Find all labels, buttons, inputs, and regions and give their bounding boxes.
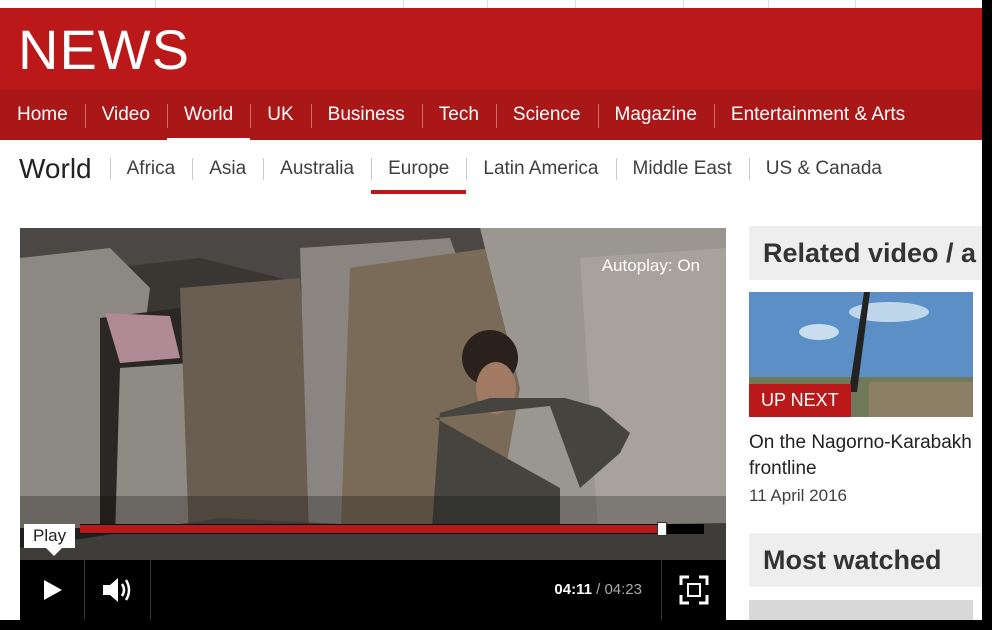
progress-bar[interactable] (80, 522, 704, 536)
current-time: 04:11 (554, 581, 592, 598)
nav-item-video[interactable]: Video (84, 102, 167, 128)
up-next-badge: UP NEXT (749, 384, 851, 417)
progress-fill (80, 525, 662, 533)
nav-item-home[interactable]: Home (0, 102, 85, 128)
play-icon (44, 580, 62, 600)
nav-item-magazine[interactable]: Magazine (597, 102, 714, 128)
most-watched-thumbnail[interactable] (749, 600, 973, 620)
subnav-item-asia[interactable]: Asia (192, 156, 263, 182)
control-bar: 04:11 / 04:23 (20, 560, 726, 620)
section-title[interactable]: World (0, 154, 110, 184)
time-display: 04:11 / 04:23 (554, 560, 642, 620)
section-nav: World Africa Asia Australia Europe Latin… (0, 140, 982, 198)
fullscreen-icon (679, 575, 709, 605)
autoplay-toggle[interactable]: Autoplay: On (602, 256, 700, 276)
top-strip (0, 0, 982, 8)
nav-item-science[interactable]: Science (495, 102, 598, 128)
nav-item-business[interactable]: Business (310, 102, 422, 128)
nav-item-uk[interactable]: UK (250, 102, 310, 128)
subnav-item-australia[interactable]: Australia (263, 156, 371, 182)
up-next-date: 11 April 2016 (749, 486, 847, 505)
subnav-item-europe[interactable]: Europe (371, 156, 467, 194)
page: NEWS Home Video World UK Business Tech S… (0, 0, 982, 620)
play-tooltip: Play (24, 524, 76, 556)
subnav-item-us-canada[interactable]: US & Canada (748, 156, 899, 182)
duration: 04:23 (604, 581, 642, 598)
volume-button[interactable] (85, 560, 151, 620)
nav-item-world[interactable]: World (166, 102, 251, 142)
most-watched-header: Most watched (749, 533, 982, 587)
up-next-title[interactable]: On the Nagorno-Karabakh frontline (749, 430, 973, 482)
play-button[interactable] (20, 560, 85, 620)
video-player[interactable]: Autoplay: On Play 04:11 / 04:23 (20, 228, 726, 620)
most-watched-heading: Most watched (763, 545, 942, 575)
related-video-header: Related video / a (749, 226, 982, 280)
news-logo[interactable]: NEWS (18, 22, 190, 78)
nav-item-tech[interactable]: Tech (421, 102, 496, 128)
nav-item-entertainment-arts[interactable]: Entertainment & Arts (713, 102, 922, 128)
related-video-heading: Related video / a (763, 238, 977, 268)
fullscreen-button[interactable] (661, 560, 726, 620)
subnav-item-middle-east[interactable]: Middle East (615, 156, 749, 182)
time-separator: / (596, 581, 601, 598)
right-column: Related video / a UP NEXT On the Nagorno… (749, 226, 982, 620)
subnav-item-africa[interactable]: Africa (109, 156, 193, 182)
progress-handle[interactable] (657, 522, 667, 536)
main-nav: Home Video World UK Business Tech Scienc… (0, 90, 982, 142)
subnav-item-latin-america[interactable]: Latin America (466, 156, 615, 182)
volume-icon (102, 578, 130, 602)
masthead: NEWS (0, 8, 982, 90)
